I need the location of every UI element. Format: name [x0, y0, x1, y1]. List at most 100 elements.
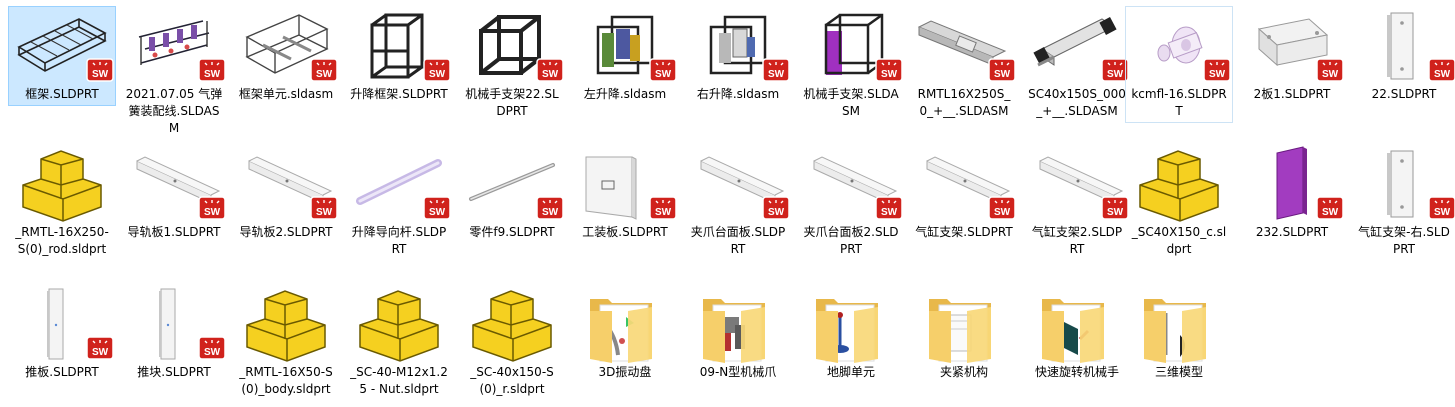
- file-item[interactable]: _RMTL-16X50-S(0)_body.sldprt: [232, 284, 340, 401]
- file-name-label: 零件f9.SLDPRT: [469, 225, 555, 239]
- svg-text:SW: SW: [1107, 69, 1124, 80]
- file-item[interactable]: _SC-40-M12x1.25 - Nut.sldprt: [345, 284, 453, 401]
- file-item[interactable]: SW 夹爪台面板2.SLDPRT: [797, 144, 905, 261]
- file-item[interactable]: SW 导轨板1.SLDPRT: [120, 144, 228, 244]
- file-item[interactable]: SW 零件f9.SLDPRT: [458, 144, 566, 244]
- solidworks-badge-icon: SW: [422, 195, 452, 224]
- thin-rod-icon: SW: [459, 145, 565, 223]
- file-name-label: _SC-40x150-S(0)_r.sldprt: [470, 365, 554, 396]
- solidworks-badge-icon: SW: [535, 195, 565, 224]
- file-name-label: 09-N型机械爪: [699, 365, 777, 379]
- svg-text:SW: SW: [655, 69, 672, 80]
- frame-tray-icon: SW: [9, 7, 115, 85]
- purple-plate-icon: SW: [1239, 145, 1345, 223]
- folder-icon: [911, 285, 1017, 363]
- file-item[interactable]: SW 气缸支架2.SLDPRT: [1023, 144, 1131, 261]
- guide-rod-icon: SW: [346, 145, 452, 223]
- svg-text:SW: SW: [429, 69, 446, 80]
- file-item[interactable]: SW RMTL16X250S_0_+__.SLDASM: [910, 6, 1018, 123]
- file-item[interactable]: SW 升降导向杆.SLDPRT: [345, 144, 453, 261]
- file-name-label: 2板1.SLDPRT: [1253, 87, 1331, 101]
- svg-text:SW: SW: [429, 207, 446, 218]
- svg-text:SW: SW: [1434, 207, 1451, 218]
- vertical-plate-icon: SW: [1351, 145, 1455, 223]
- lift-assembly-right-icon: SW: [685, 7, 791, 85]
- file-name-label: 气缸支架2.SLDPRT: [1031, 225, 1123, 256]
- file-name-label: 机械手支架22.SLDPRT: [465, 87, 559, 118]
- solidworks-badge-icon: SW: [85, 335, 115, 364]
- svg-text:SW: SW: [881, 69, 898, 80]
- folder-item[interactable]: 夹紧机构: [910, 284, 1018, 384]
- file-item[interactable]: SW 22.SLDPRT: [1350, 6, 1455, 106]
- yellow-part-icon: [1126, 145, 1232, 223]
- file-item[interactable]: SW 气缸支架-右.SLDPRT: [1350, 144, 1455, 261]
- solidworks-badge-icon: SW: [761, 195, 791, 224]
- svg-text:SW: SW: [1322, 69, 1339, 80]
- folder-icon: [572, 285, 678, 363]
- file-item[interactable]: SW 升降框架.SLDPRT: [345, 6, 453, 106]
- svg-text:SW: SW: [994, 207, 1011, 218]
- folder-item[interactable]: 快速旋转机械手: [1023, 284, 1131, 384]
- file-item[interactable]: SW kcmfl-16.SLDPRT: [1125, 6, 1233, 123]
- solidworks-badge-icon: SW: [874, 57, 904, 86]
- file-name-label: _RMTL-16X50-S(0)_body.sldprt: [239, 365, 333, 396]
- yellow-part-icon: [346, 285, 452, 363]
- file-item[interactable]: SW 推块.SLDPRT: [120, 284, 228, 384]
- file-item[interactable]: SW SC40x150S_000_+__.SLDASM: [1023, 6, 1131, 123]
- solidworks-badge-icon: SW: [309, 195, 339, 224]
- file-name-label: RMTL16X250S_0_+__.SLDASM: [917, 87, 1011, 118]
- file-name-label: _SC-40-M12x1.25 - Nut.sldprt: [350, 365, 448, 396]
- file-item[interactable]: SW 框架.SLDPRT: [8, 6, 116, 106]
- robot-frame-purple-icon: SW: [798, 7, 904, 85]
- file-name-label: 升降框架.SLDPRT: [350, 87, 448, 101]
- solidworks-badge-icon: SW: [648, 195, 678, 224]
- file-item[interactable]: _SC-40x150-S(0)_r.sldprt: [458, 284, 566, 401]
- folder-item[interactable]: 三维模型: [1125, 284, 1233, 384]
- file-item[interactable]: SW 机械手支架22.SLDPRT: [458, 6, 566, 123]
- folder-item[interactable]: 09-N型机械爪: [684, 284, 792, 384]
- narrow-plate-icon: SW: [9, 285, 115, 363]
- yellow-part-icon: [459, 285, 565, 363]
- file-item[interactable]: SW 机械手支架.SLDASM: [797, 6, 905, 123]
- folder-item[interactable]: 3D振动盘: [571, 284, 679, 384]
- svg-text:SW: SW: [1209, 69, 1226, 80]
- solidworks-badge-icon: SW: [1315, 57, 1345, 86]
- file-item[interactable]: SW 左升降.sldasm: [571, 6, 679, 106]
- file-name-label: 气缸支架.SLDPRT: [915, 225, 1013, 239]
- file-item[interactable]: _RMTL-16X250-S(0)_rod.sldprt: [8, 144, 116, 261]
- solidworks-badge-icon: SW: [987, 195, 1017, 224]
- file-item[interactable]: SW 气缸支架.SLDPRT: [910, 144, 1018, 244]
- file-name-label: 气缸支架-右.SLDPRT: [1358, 225, 1450, 256]
- svg-text:SW: SW: [994, 69, 1011, 80]
- file-item[interactable]: SW 推板.SLDPRT: [8, 284, 116, 384]
- svg-text:SW: SW: [316, 207, 333, 218]
- svg-text:SW: SW: [1434, 69, 1451, 80]
- cube-frame-icon: SW: [459, 7, 565, 85]
- file-name-label: 机械手支架.SLDASM: [803, 87, 899, 118]
- plate-icon: SW: [1239, 7, 1345, 85]
- file-item[interactable]: SW 框架单元.sldasm: [232, 6, 340, 106]
- file-item[interactable]: SW 夹爪台面板.SLDPRT: [684, 144, 792, 261]
- folder-item[interactable]: 地脚单元: [797, 284, 905, 384]
- file-name-label: 框架单元.sldasm: [238, 87, 334, 101]
- file-grid: SW 框架.SLDPRT SW 2021.07.05 气弹簧装配线.SLDASM…: [8, 6, 1455, 406]
- rail-plate-icon: SW: [233, 145, 339, 223]
- file-item[interactable]: SW 导轨板2.SLDPRT: [232, 144, 340, 244]
- solidworks-badge-icon: SW: [85, 57, 115, 86]
- svg-text:SW: SW: [768, 69, 785, 80]
- file-item[interactable]: SW 右升降.sldasm: [684, 6, 792, 106]
- solidworks-badge-icon: SW: [422, 57, 452, 86]
- solidworks-badge-icon: SW: [1202, 57, 1232, 86]
- file-name-label: 夹爪台面板2.SLDPRT: [803, 225, 899, 256]
- solidworks-badge-icon: SW: [309, 57, 339, 86]
- file-item[interactable]: _SC40X150_c.sldprt: [1125, 144, 1233, 261]
- solidworks-badge-icon: SW: [874, 195, 904, 224]
- file-item[interactable]: SW 工装板.SLDPRT: [571, 144, 679, 244]
- file-name-label: 3D振动盘: [598, 365, 652, 379]
- solidworks-badge-icon: SW: [197, 57, 227, 86]
- file-item[interactable]: SW 2板1.SLDPRT: [1238, 6, 1346, 106]
- file-item[interactable]: SW 2021.07.05 气弹簧装配线.SLDASM: [120, 6, 228, 140]
- file-item[interactable]: SW 232.SLDPRT: [1238, 144, 1346, 244]
- rail-plate-icon: SW: [685, 145, 791, 223]
- file-name-label: SC40x150S_000_+__.SLDASM: [1028, 87, 1126, 118]
